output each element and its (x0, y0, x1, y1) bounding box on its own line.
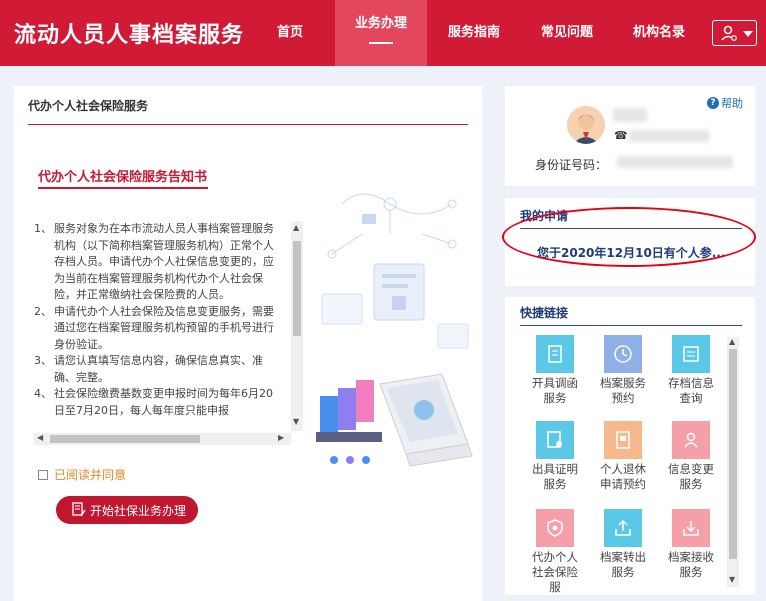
document-pen-icon (72, 502, 86, 517)
scroll-down-arrow-icon[interactable]: ▼ (729, 575, 735, 584)
form-icon (604, 421, 642, 459)
avatar (567, 106, 605, 144)
scroll-up-arrow-icon[interactable]: ▲ (293, 223, 299, 232)
id-number-label: 身份证号码： (535, 158, 608, 172)
inbox-icon (672, 335, 710, 373)
quick-link-archive-appointment[interactable]: 档案服务预约 (595, 335, 651, 406)
export-icon (604, 509, 642, 547)
clock-icon (604, 335, 642, 373)
help-link[interactable]: ? 帮助 (707, 95, 743, 111)
office-illustration (316, 193, 473, 467)
blurred-id-number (617, 156, 733, 168)
nav-service-guide[interactable]: 服务指南 (446, 0, 502, 66)
quick-link-social-insurance[interactable]: 代办个人社会保险服 (527, 509, 583, 595)
quick-link-archive-out[interactable]: 档案转出服务 (595, 509, 651, 580)
scroll-thumb[interactable] (729, 349, 737, 559)
help-icon: ? (707, 97, 719, 109)
notice-title-underline (38, 187, 208, 189)
scroll-thumb[interactable] (50, 435, 200, 443)
profile-card: ? 帮助 ☎ 身份证号码： (505, 86, 755, 186)
nav-directory[interactable]: 机构名录 (631, 0, 687, 66)
notice-item: 4、 社会保险缴费基数变更申报时间为每年6月20日至7月20日，每人每年度只能申报 (34, 387, 273, 417)
user-menu-button[interactable] (712, 20, 757, 46)
title-divider (28, 124, 468, 125)
notice-item: 2、 申请代办个人社会保险及信息变更服务，需要通过您在档案管理服务机构预留的手机号… (34, 304, 274, 351)
notice-list: 1、 服务对象为在本市流动人员人事档案管理服务机构（以下简称档案管理服务机构）正常… (34, 221, 279, 419)
certificate-icon (536, 421, 574, 459)
scroll-down-arrow-icon[interactable]: ▼ (293, 417, 299, 426)
quick-link-transfer-letter[interactable]: 开具调函服务 (527, 335, 583, 406)
user-settings-icon (721, 25, 753, 41)
scroll-right-arrow-icon[interactable]: ▶ (278, 433, 284, 442)
shield-icon (536, 509, 574, 547)
site-title: 流动人员人事档案服务 (14, 23, 245, 48)
agree-label: 已阅读并同意 (54, 468, 127, 482)
nav-faq[interactable]: 常见问题 (539, 0, 595, 66)
blurred-phone (629, 130, 709, 142)
scroll-up-arrow-icon[interactable]: ▲ (729, 337, 735, 346)
quick-links-card: 快捷链接 开具调函服务 档案服务预约 存档信息查询 出具证明服务 个人退休申请预… (505, 297, 755, 595)
person-icon (672, 421, 710, 459)
notice-item: 3、 请您认真填写信息内容，确保信息真实、准确、完整。 (34, 354, 263, 384)
quick-link-retirement[interactable]: 个人退休申请预约 (595, 421, 651, 492)
highlight-ellipse (502, 207, 756, 267)
user-avatar-icon (567, 106, 605, 144)
blurred-name (613, 108, 647, 122)
import-icon (672, 509, 710, 547)
notice-horizontal-scrollbar[interactable]: ◀ ▶ (34, 433, 291, 445)
active-underline (369, 42, 393, 44)
panel-title: 代办个人社会保险服务 (28, 99, 149, 113)
scroll-left-arrow-icon[interactable]: ◀ (37, 433, 43, 442)
social-insurance-panel: 代办个人社会保险服务 代办个人社会保险服务告知书 1、 服务对象为在本市流动人员人… (14, 86, 482, 601)
quick-link-archive-query[interactable]: 存档信息查询 (663, 335, 719, 406)
agree-checkbox[interactable] (38, 469, 48, 480)
caret-down-icon (743, 31, 753, 37)
quick-link-archive-in[interactable]: 档案接收服务 (663, 509, 719, 580)
quick-link-info-change[interactable]: 信息变更服务 (663, 421, 719, 492)
start-business-button[interactable]: 开始社保业务办理 (56, 496, 198, 524)
notice-scroll-area[interactable]: 1、 服务对象为在本市流动人员人事档案管理服务机构（以下简称档案管理服务机构）正常… (34, 221, 304, 446)
agree-checkbox-row[interactable]: 已阅读并同意 (38, 466, 126, 483)
top-header: 流动人员人事档案服务 首页 业务办理 服务指南 常见问题 机构名录 (0, 0, 766, 66)
scroll-thumb[interactable] (293, 241, 301, 336)
quick-link-certificate[interactable]: 出具证明服务 (527, 421, 583, 492)
quick-links-title: 快捷链接 (520, 306, 569, 320)
nav-business[interactable]: 业务办理 (335, 0, 427, 66)
quick-links-divider (520, 325, 742, 326)
quick-links-scrollbar[interactable]: ▲ ▼ (727, 337, 739, 587)
document-icon (536, 335, 574, 373)
phone-icon: ☎ (614, 129, 628, 142)
nav-home[interactable]: 首页 (268, 0, 312, 66)
notice-item: 1、 服务对象为在本市流动人员人事档案管理服务机构（以下简称档案管理服务机构）正常… (34, 222, 274, 301)
notice-title: 代办个人社会保险服务告知书 (38, 170, 208, 185)
